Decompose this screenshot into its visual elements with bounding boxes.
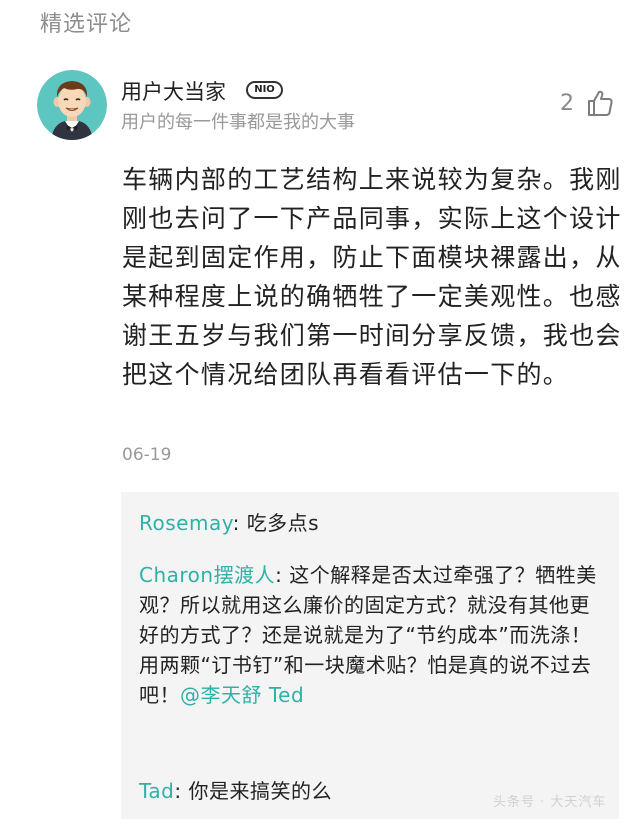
comment-page: 精选评论 用户大当家 NIO 用户的每一件事都是我的大事 2 车辆内部的工艺结构… — [0, 0, 640, 827]
reply-item: Charon摆渡人: 这个解释是否太过牵强了？牺牲美观？所以就用这么廉价的固定方… — [139, 563, 597, 707]
thumbs-up-icon[interactable] — [585, 88, 615, 118]
reply-text: 吃多点s — [246, 511, 320, 535]
avatar[interactable] — [37, 70, 107, 140]
author-signature: 用户的每一件事都是我的大事 — [121, 112, 355, 133]
reply-author[interactable]: Tad — [139, 779, 174, 803]
avatar-icon — [37, 70, 107, 140]
reply-text: 你是来搞笑的么 — [188, 779, 332, 803]
reply-item: Rosemay: 吃多点s — [139, 511, 320, 535]
comment-body: 车辆内部的工艺结构上来说较为复杂。我刚刚也去问了一下产品同事，实际上这个设计是起… — [122, 165, 622, 389]
watermark: 头条号 · 大天汽车 — [493, 795, 607, 810]
nio-badge: NIO — [246, 81, 283, 99]
section-title: 精选评论 — [40, 12, 133, 37]
like-count: 2 — [560, 91, 574, 116]
reply-author[interactable]: Charon摆渡人 — [139, 563, 275, 587]
author-name[interactable]: 用户大当家 — [121, 76, 226, 106]
reply-author[interactable]: Rosemay — [139, 511, 233, 535]
mention-link[interactable]: @李天舒 Ted — [180, 683, 304, 707]
comment-date: 06-19 — [122, 445, 172, 465]
